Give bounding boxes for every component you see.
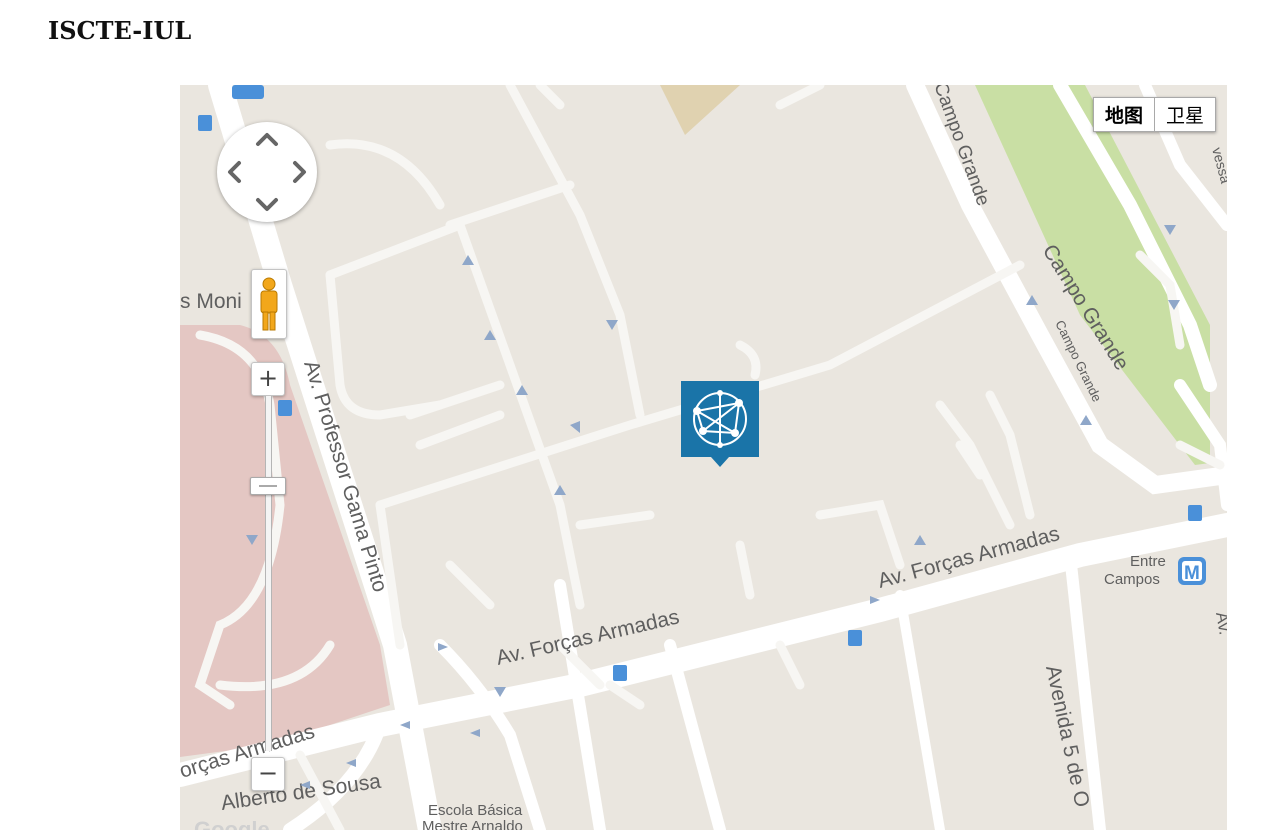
zoom-out-button[interactable]: − [251, 757, 285, 791]
network-globe-icon [693, 390, 747, 448]
pan-up-icon [256, 133, 278, 146]
label-monis: s Moni [180, 290, 242, 313]
map-tiles: Av. Professor Gama Pinto Av. Forças Arma… [180, 85, 1227, 830]
label-entre-2: Campos [1104, 571, 1160, 588]
zoom-slider-thumb[interactable] [250, 477, 286, 495]
page-title: ISCTE-IUL [48, 16, 192, 45]
google-logo: Google [194, 817, 270, 830]
location-marker[interactable] [681, 381, 759, 467]
pan-right-icon [293, 161, 306, 183]
pan-left-icon [228, 161, 241, 183]
pan-down-icon [256, 198, 278, 211]
metro-icon-top [232, 85, 264, 99]
map-type-map-button[interactable]: 地图 [1092, 97, 1155, 132]
street-view-pegman[interactable] [251, 269, 287, 339]
zoom-in-button[interactable]: + [251, 362, 285, 396]
map-type-satellite-button[interactable]: 卫星 [1154, 97, 1216, 132]
zoom-slider-track[interactable] [265, 396, 272, 751]
map-type-control: 地图 卫星 [1092, 97, 1216, 132]
map-canvas[interactable]: Av. Professor Gama Pinto Av. Forças Arma… [180, 85, 1227, 830]
label-escola-1: Escola Básica [428, 802, 523, 819]
pan-control[interactable] [217, 122, 317, 222]
label-entre-1: Entre [1130, 553, 1166, 570]
metro-icon: M [1178, 557, 1206, 585]
pegman-icon [260, 277, 278, 331]
label-escola-2: Mestre Arnaldo [422, 818, 523, 830]
metro-icon-letter: M [1184, 563, 1200, 584]
